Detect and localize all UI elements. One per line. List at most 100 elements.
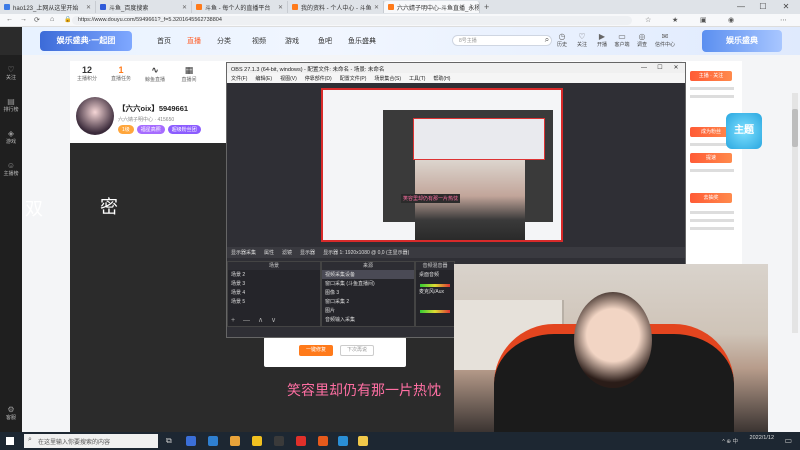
scene-item[interactable]: 场景 3 (228, 279, 320, 288)
star-icon[interactable]: ☆ (645, 16, 651, 24)
taskbar-app[interactable] (230, 436, 240, 446)
taskbar-app[interactable] (186, 436, 196, 446)
scene-item[interactable]: 场景 5 (228, 297, 320, 306)
refresh-icon[interactable]: ⟳ (34, 16, 40, 24)
source-item[interactable]: 视频采集设备 (322, 270, 414, 279)
obs-properties-button[interactable]: 属性 (264, 249, 274, 256)
obs-menu-help[interactable]: 帮助(H) (433, 75, 450, 82)
nav-gala[interactable]: 鱼乐盛典 (348, 36, 376, 46)
obs-menu-file[interactable]: 文件(F) (231, 75, 247, 82)
system-tray[interactable]: ^ ⊕ 中 (722, 437, 738, 445)
sidebar-item-service[interactable]: ⚙ 客服 (0, 405, 22, 421)
fortune-badge[interactable]: 福星高照 (136, 125, 165, 134)
sidebar-item-fan[interactable]: ☺ 主播榜 (0, 161, 22, 177)
menu-icon[interactable]: ⋯ (780, 16, 787, 24)
taskbar-app[interactable] (208, 436, 218, 446)
taskbar-app[interactable] (252, 436, 262, 446)
task-view-icon[interactable]: ⧉ (166, 436, 176, 446)
back-icon[interactable]: ← (6, 16, 13, 23)
notification-icon[interactable]: ▭ (784, 436, 792, 445)
url-input[interactable]: https://www.douyu.com/5949661?_f=5.32016… (72, 16, 632, 25)
header-survey[interactable]: ◎ 调查 (634, 32, 650, 48)
obs-filters-button[interactable]: 滤镜 (282, 249, 292, 256)
forward-icon[interactable]: → (20, 16, 27, 23)
scroll-thumb[interactable] (792, 109, 798, 147)
nav-live[interactable]: 直播 (187, 36, 201, 46)
browser-tab-active[interactable]: 六六婧子明中心-斗鱼直播_永杨恩调进✕ (384, 1, 480, 13)
obs-close-button[interactable]: ✕ (669, 63, 683, 73)
repair-button[interactable]: 一键修复 (299, 345, 333, 356)
profile-icon[interactable]: ◉ (728, 16, 734, 24)
browser-tab[interactable]: 斗鱼 - 每个人的直播平台 ✕ (192, 1, 288, 13)
source-item[interactable]: 音频输入采集 (322, 315, 414, 324)
header-follow[interactable]: ♡ 关注 (574, 32, 590, 48)
sidebar-item-rank[interactable]: ▤ 排行榜 (0, 97, 22, 113)
activity-badge[interactable]: 主题 (726, 113, 762, 149)
collections-icon[interactable]: ▣ (700, 16, 707, 24)
home-icon[interactable]: ⌂ (50, 16, 54, 23)
close-icon[interactable]: ✕ (374, 4, 379, 11)
nav-fishbar[interactable]: 鱼吧 (318, 36, 332, 46)
anchor-avatar[interactable] (76, 97, 114, 135)
source-item[interactable]: 图像 3 (322, 288, 414, 297)
close-icon[interactable]: ✕ (86, 4, 91, 11)
search-icon[interactable]: ⌕ (539, 35, 555, 45)
stat-tasks[interactable]: 1 直播任务 (106, 65, 136, 82)
taskbar-app[interactable] (358, 436, 368, 446)
obs-maximize-button[interactable]: ☐ (653, 63, 667, 73)
later-button[interactable]: 下次再说 (340, 345, 374, 356)
taskbar-clock[interactable]: 2022/1/12 (750, 435, 774, 441)
source-item[interactable]: 图片 (322, 306, 414, 315)
stat-points[interactable]: 12 主播积分 (72, 65, 102, 82)
obs-menu-edit[interactable]: 编辑(E) (255, 75, 272, 82)
obs-menu-docks[interactable]: 停靠部件(D) (305, 75, 332, 82)
source-item[interactable]: 窗口采集 (斗鱼直播间) (322, 279, 414, 288)
obs-menu-scene-collection[interactable]: 场景集合(S) (374, 75, 401, 82)
maximize-button[interactable]: ☐ (752, 0, 774, 14)
fan-club-badge[interactable]: 超级粉丝团 (167, 125, 201, 134)
close-window-button[interactable]: ✕ (775, 0, 797, 14)
taskbar-app[interactable] (318, 436, 328, 446)
close-icon[interactable]: ✕ (278, 4, 283, 11)
source-item[interactable]: 窗口采集 2 (322, 297, 414, 306)
start-button[interactable] (6, 437, 14, 445)
nav-game[interactable]: 游戏 (285, 36, 299, 46)
follow-anchor-button[interactable]: 主播 · 关注 (690, 71, 732, 81)
obs-preview[interactable]: 笑容里却仍有那一片热忱 (321, 88, 563, 242)
stat-room[interactable]: ▦ 直播间 (174, 65, 204, 83)
nav-category[interactable]: 分类 (217, 36, 231, 46)
dock-controls[interactable]: + — ∧ ∨ (231, 316, 279, 324)
obs-menu-tools[interactable]: 工具(T) (409, 75, 425, 82)
header-live[interactable]: ▶ 开播 (594, 32, 610, 48)
taskbar-app[interactable] (296, 436, 306, 446)
stat-whale[interactable]: ∿ 鲸鱼直播 (140, 65, 170, 83)
browser-tab[interactable]: 我的资料 - 个人中心 - 斗鱼 ✕ (288, 1, 384, 13)
obs-minimize-button[interactable]: — (637, 63, 651, 73)
taskbar-app[interactable] (338, 436, 348, 446)
site-logo[interactable]: 娱乐盛典·一起团 (40, 31, 132, 51)
favorites-icon[interactable]: ★ (672, 16, 678, 24)
lottery-button[interactable]: 去抽奖 (690, 193, 732, 203)
gala-banner[interactable]: 娱乐盛典 (702, 30, 782, 52)
page-scrollbar[interactable] (792, 93, 798, 333)
new-tab-button[interactable]: + (484, 2, 489, 12)
obs-display-select[interactable]: 显示器 1: 1920x1080 @ 0,0 (主显示器) (323, 249, 409, 256)
taskbar-app[interactable] (274, 436, 284, 446)
header-client[interactable]: ▭ 客户端 (614, 32, 630, 48)
sidebar-item-follow[interactable]: ♡ 关注 (0, 65, 22, 81)
scene-item[interactable]: 场景 2 (228, 270, 320, 279)
close-icon[interactable]: ✕ (182, 4, 187, 11)
speedup-button[interactable]: 提速 (690, 153, 732, 163)
minimize-button[interactable]: — (730, 0, 752, 14)
browser-tab[interactable]: hao123_上网从这里开始 ✕ (0, 1, 96, 13)
obs-menu-profile[interactable]: 配置文件(P) (340, 75, 367, 82)
obs-menu-view[interactable]: 视图(V) (280, 75, 297, 82)
search-input[interactable]: 8号主播 (452, 35, 552, 46)
header-history[interactable]: ◷ 历史 (554, 32, 570, 48)
sidebar-item-game[interactable]: ◈ 游戏 (0, 129, 22, 145)
nav-video[interactable]: 视频 (252, 36, 266, 46)
header-messages[interactable]: ✉ 信件中心 (654, 32, 676, 48)
scene-item[interactable]: 场景 4 (228, 288, 320, 297)
taskbar-search-input[interactable]: 在这里输入你要搜索的内容 (24, 434, 158, 448)
nav-home[interactable]: 首页 (157, 36, 171, 46)
